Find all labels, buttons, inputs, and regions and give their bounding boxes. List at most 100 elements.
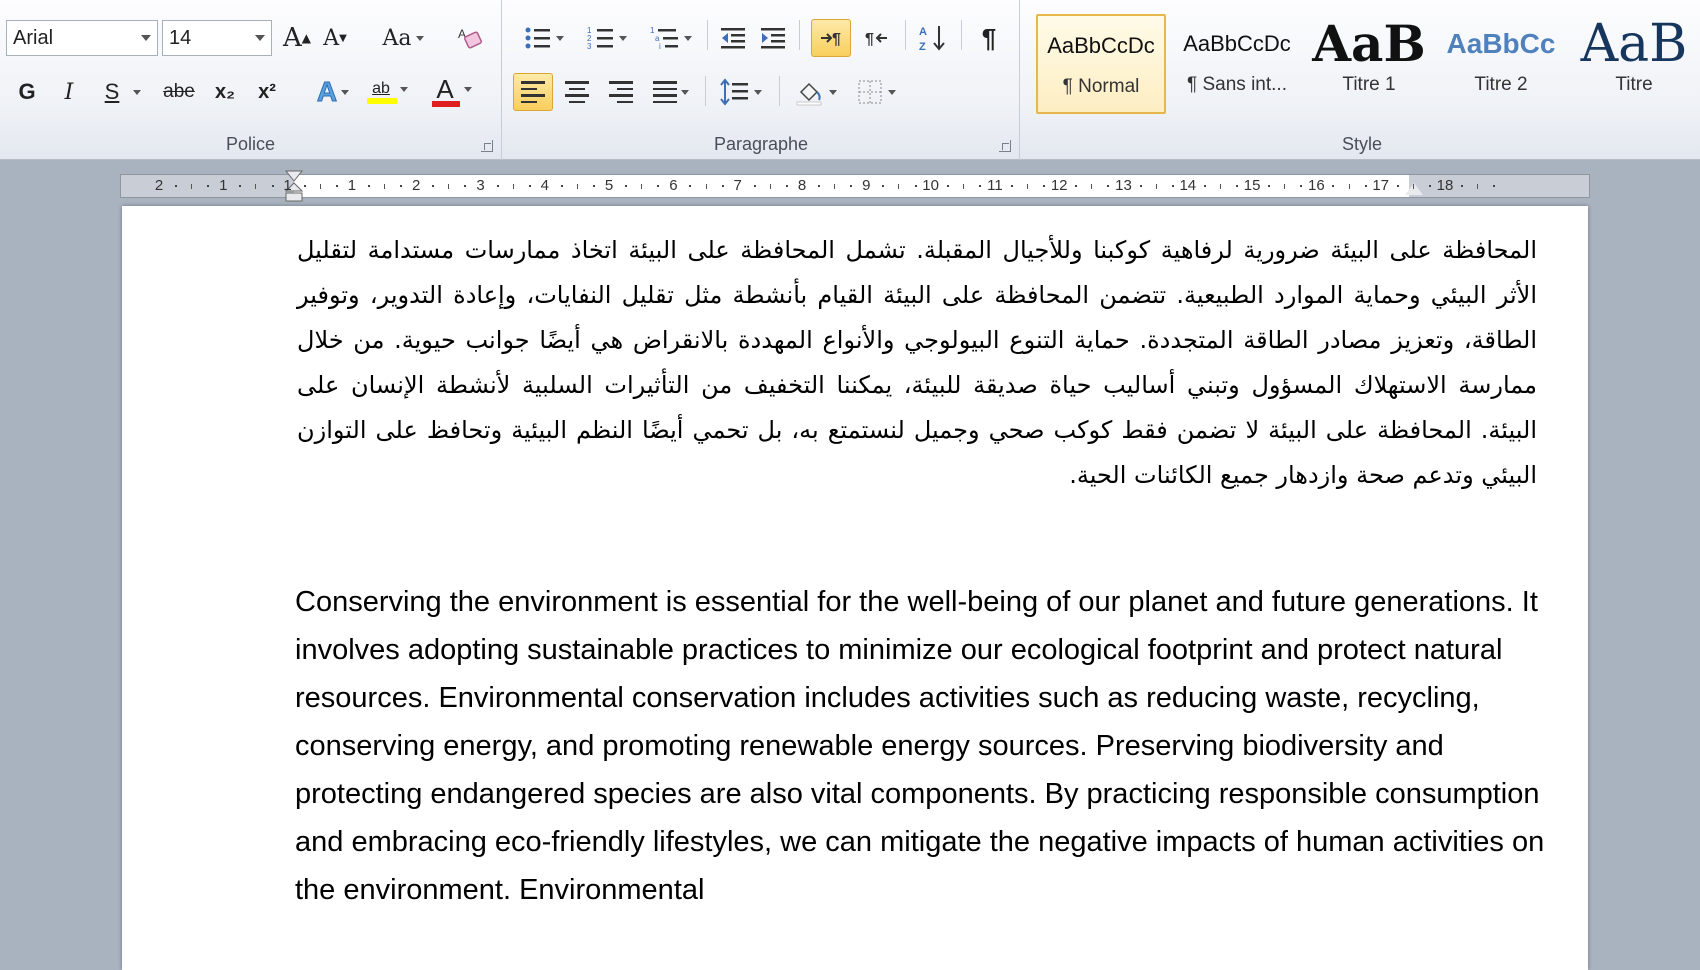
shading-button[interactable]: [789, 73, 843, 111]
english-paragraph[interactable]: Conserving the environment is essential …: [295, 578, 1555, 914]
multilevel-list-icon: 1 a i: [650, 26, 678, 51]
shrink-font-button[interactable]: A ▼: [318, 19, 352, 57]
shrink-font-label: A: [323, 25, 340, 51]
bullets-button[interactable]: [517, 19, 571, 57]
numbering-button[interactable]: 1 2 3: [579, 19, 635, 57]
increase-indent-button[interactable]: [755, 19, 791, 57]
bold-label: G: [18, 79, 36, 104]
ruler-tick: [769, 184, 771, 189]
style-no-spacing-name: ¶ Sans int...: [1187, 74, 1287, 95]
ruler-dot: [400, 185, 403, 187]
ruler-dot: [239, 185, 242, 187]
ruler-dot: [1461, 185, 1464, 187]
ruler-dot: [850, 185, 853, 187]
change-case-button[interactable]: Aa: [378, 19, 428, 57]
align-center-icon: [565, 81, 589, 103]
ruler-dot: [464, 185, 467, 187]
ruler-number: 8: [797, 177, 807, 194]
decrease-indent-button[interactable]: [715, 19, 751, 57]
align-right-icon: [609, 81, 633, 103]
style-title-sample: AaB: [1580, 14, 1688, 74]
highlight-button[interactable]: ab: [362, 73, 418, 111]
align-left-button[interactable]: [513, 73, 553, 111]
ruler-tick: [1477, 184, 1479, 189]
svg-text:¶: ¶: [832, 31, 841, 48]
underline-button[interactable]: S: [98, 73, 148, 111]
sort-icon: A Z: [919, 26, 945, 53]
ltr-direction-button[interactable]: ¶: [811, 19, 851, 57]
line-spacing-button[interactable]: [713, 73, 769, 111]
borders-button[interactable]: [849, 73, 903, 111]
grow-font-button[interactable]: A ▲: [280, 19, 314, 57]
bold-button[interactable]: G: [12, 73, 42, 111]
multilevel-list-button[interactable]: 1 a i: [643, 19, 699, 57]
ruler-dot: [882, 185, 885, 187]
increase-indent-icon: [761, 28, 785, 49]
clear-formatting-button[interactable]: A: [452, 19, 488, 57]
italic-label: I: [64, 79, 74, 105]
style-heading-1-name: Titre 1: [1342, 74, 1396, 95]
chevron-down-icon: [341, 89, 350, 95]
style-no-spacing[interactable]: AaBbCcDc ¶ Sans int...: [1172, 14, 1302, 114]
ruler-number: 2: [412, 177, 421, 194]
text-effects-button[interactable]: A: [308, 73, 358, 111]
ruler-tick: [1027, 184, 1029, 189]
grow-font-label: A: [282, 23, 302, 53]
arabic-paragraph[interactable]: المحافظة على البيئة ضرورية لرفاهية كوكبن…: [297, 228, 1537, 498]
style-heading-2[interactable]: AaBbCc Titre 2: [1436, 14, 1566, 114]
paragraph-dialog-launcher-icon[interactable]: [999, 140, 1011, 152]
align-center-button[interactable]: [557, 73, 597, 111]
ruler-dot: [721, 185, 724, 187]
ruler-dot: [946, 185, 949, 187]
font-group-label: Police: [225, 134, 276, 154]
change-case-label: Aa: [382, 25, 412, 51]
font-color-button[interactable]: A: [426, 73, 482, 111]
ruler-dot: [175, 185, 178, 187]
strikethrough-button[interactable]: abe: [160, 73, 198, 111]
ruler-tick: [1348, 184, 1350, 189]
underline-label: S: [104, 79, 120, 104]
subscript-label: x₂: [214, 80, 235, 103]
highlight-label: ab: [372, 80, 390, 97]
ruler-number: 15: [1243, 177, 1261, 194]
svg-text:3: 3: [587, 42, 592, 51]
rtl-direction-button[interactable]: ¶: [857, 19, 897, 57]
ruler-dot: [271, 185, 274, 187]
ruler-dot: [528, 185, 531, 187]
ruler-tick: [898, 184, 900, 189]
ruler-tick: [191, 184, 193, 189]
paint-bucket-icon: [796, 82, 822, 106]
chevron-down-icon: [888, 89, 896, 95]
style-heading-1[interactable]: AaB Titre 1: [1304, 14, 1434, 114]
subscript-button[interactable]: x₂: [208, 73, 242, 111]
style-normal[interactable]: AaBbCcDc ¶ Normal: [1036, 14, 1166, 114]
ruler-dot: [207, 185, 210, 187]
style-no-spacing-sample: AaBbCcDc: [1183, 31, 1291, 56]
superscript-button[interactable]: x²: [250, 73, 284, 111]
style-heading-2-sample: AaBbCc: [1446, 28, 1556, 59]
italic-button[interactable]: I: [54, 73, 84, 111]
chevron-down-icon: [829, 89, 837, 95]
style-title-name: Titre: [1615, 74, 1653, 95]
justify-button[interactable]: [645, 73, 697, 111]
superscript-label: x²: [258, 80, 276, 103]
ruler-dot: [785, 185, 788, 187]
svg-text:¶: ¶: [865, 31, 874, 48]
align-right-button[interactable]: [601, 73, 641, 111]
borders-icon: [858, 80, 882, 104]
ruler-dot: [496, 185, 499, 187]
right-indent-marker-icon[interactable]: [1405, 183, 1423, 195]
show-formatting-marks-button[interactable]: ¶: [971, 19, 1007, 57]
sort-button[interactable]: A Z: [913, 19, 953, 57]
ruler-tick: [1091, 184, 1093, 189]
horizontal-ruler[interactable]: 2 1 1 1 2 3 4 5 6 7 8 9 10 11 12 13 14 15 16 17 18: [120, 170, 1590, 202]
document-page[interactable]: المحافظة على البيئة ضرورية لرفاهية كوكبن…: [122, 206, 1588, 970]
styles-group-label: Style: [1341, 134, 1383, 154]
font-color-bar: [432, 101, 460, 107]
chevron-down-icon: [754, 89, 762, 95]
svg-text:i: i: [659, 42, 661, 51]
font-size-combo[interactable]: 14: [162, 20, 272, 56]
font-dialog-launcher-icon[interactable]: [481, 140, 493, 152]
font-name-combo[interactable]: Arial: [6, 20, 158, 56]
style-title[interactable]: AaB Titre: [1568, 14, 1700, 114]
